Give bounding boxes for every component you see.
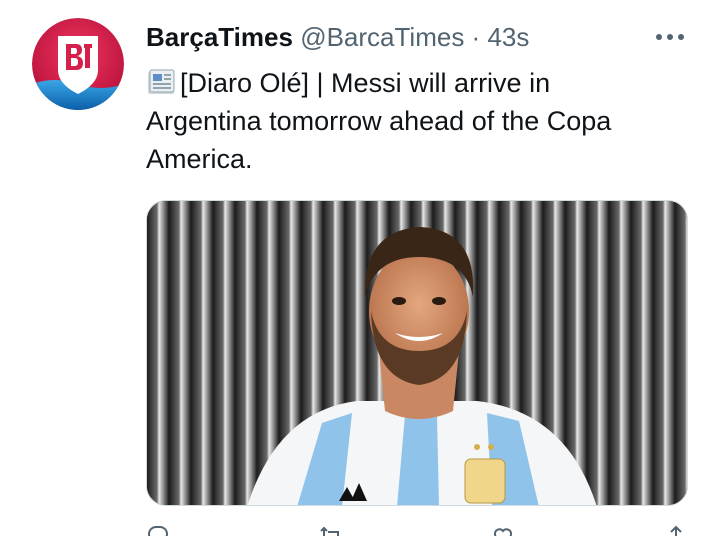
display-name[interactable]: BarçaTimes [146,22,293,52]
tweet[interactable]: BarçaTimes @BarcaTimes · 43s [Diaro Olé]… [0,0,720,536]
separator-dot: · [471,22,481,52]
reply-button[interactable] [146,524,170,536]
heart-icon [494,528,513,536]
tweet-media[interactable] [146,200,688,506]
more-icon [656,34,684,40]
user-handle[interactable]: @BarcaTimes [300,22,464,52]
share-icon [670,525,682,536]
tweet-body: [Diaro Olé] | Messi will arrive in Argen… [146,68,612,174]
tweet-photo [147,201,687,505]
reply-icon [148,526,168,536]
avatar[interactable] [32,18,124,110]
retweet-button[interactable] [319,524,343,536]
barcatimes-logo-icon [32,18,124,110]
tweet-actions [146,524,688,536]
timestamp[interactable]: 43s [487,22,529,52]
like-button[interactable] [491,524,515,536]
retweet-icon [319,526,339,536]
tweet-header: BarçaTimes @BarcaTimes · 43s [146,20,529,54]
newspaper-icon [146,66,178,98]
tweet-text: [Diaro Olé] | Messi will arrive in Argen… [146,64,666,178]
share-button[interactable] [664,524,688,536]
more-options-button[interactable] [652,22,688,52]
